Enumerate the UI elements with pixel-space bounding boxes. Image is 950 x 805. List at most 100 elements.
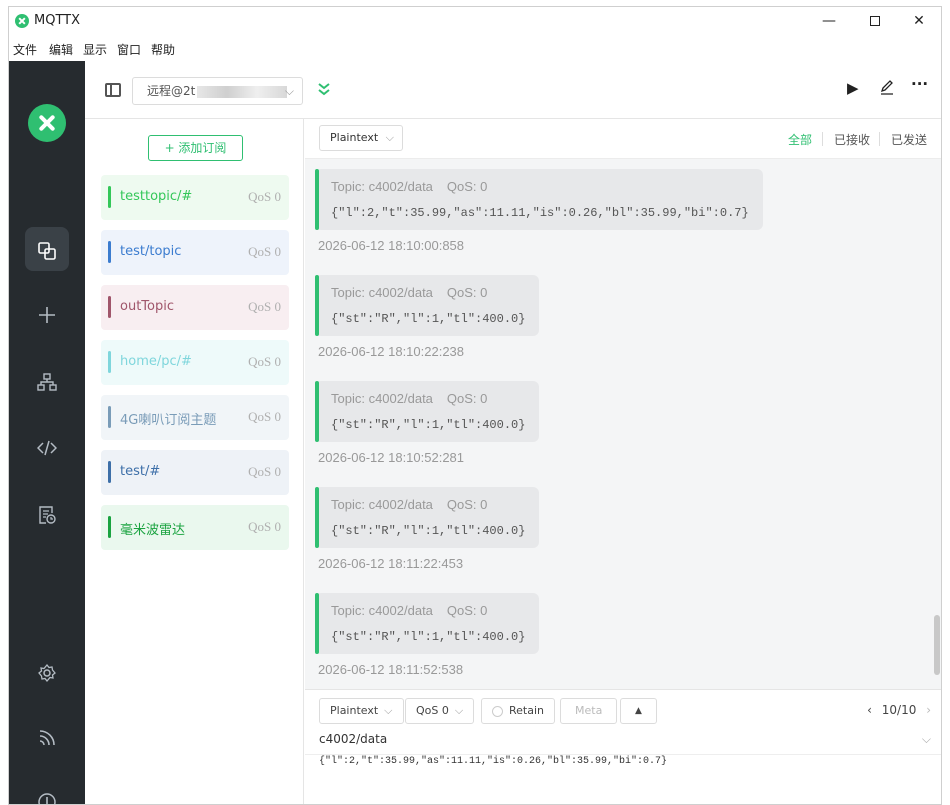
publish-qos-value: QoS 0 [416, 704, 449, 717]
subscription-item[interactable]: home/pc/# QoS 0 [101, 340, 289, 385]
subscription-topic: 4G喇叭订阅主题 [120, 413, 217, 428]
retain-label: Retain [509, 704, 544, 717]
publish-format-value: Plaintext [330, 704, 379, 717]
message-bubble[interactable]: Topic: c4002/data QoS: 0 {"l":2,"t":35.99,… [315, 169, 763, 230]
subscription-item[interactable]: 毫米波雷达 QoS 0 [101, 505, 289, 550]
subscription-qos: QoS 0 [248, 519, 281, 534]
message-qos: QoS: 0 [446, 179, 488, 194]
script-icon[interactable] [25, 424, 69, 468]
add-icon[interactable] [25, 291, 69, 335]
maximize-button[interactable] [860, 11, 890, 31]
chevron-down-icon[interactable]: ⌵ [922, 732, 931, 747]
subscription-color-bar [108, 461, 111, 483]
subscription-color-bar [108, 406, 111, 428]
expand-publish-button[interactable]: ▲ [620, 698, 657, 724]
app-logo-icon [15, 14, 29, 28]
publish-topic-input[interactable]: c4002/data [319, 732, 387, 746]
message-header: Topic: c4002/data QoS: 0 [331, 179, 749, 194]
publish-format-select[interactable]: Plaintext ⌵ [319, 698, 404, 724]
tab-divider [879, 132, 880, 146]
message-bubble[interactable]: Topic: c4002/data QoS: 0 {"st":"R","l":1,"… [315, 275, 540, 336]
message-payload: {"st":"R","l":1,"tl":400.0} [331, 524, 526, 538]
next-page-icon[interactable]: › [926, 703, 931, 717]
subscription-topic: home/pc/# [120, 354, 192, 369]
message-timestamp: 2026-06-12 18:10:52:281 [318, 450, 465, 465]
menu-help[interactable]: 帮助 [151, 41, 175, 58]
close-button[interactable]: ✕ [904, 11, 934, 31]
add-subscription-button[interactable]: + 添加订阅 [148, 135, 243, 161]
collapse-double-chevron-icon[interactable] [317, 81, 331, 100]
message-item: Topic: c4002/data QoS: 0 {"l":2,"t":35.99,… [315, 169, 763, 253]
message-topic: Topic: c4002/data [331, 179, 433, 194]
subscription-item[interactable]: testtopic/# QoS 0 [101, 175, 289, 220]
menu-edit[interactable]: 编辑 [49, 41, 73, 58]
edit-icon[interactable] [879, 79, 895, 99]
publish-qos-select[interactable]: QoS 0 ⌵ [405, 698, 475, 724]
play-icon[interactable]: ▶ [847, 79, 859, 97]
message-payload: {"st":"R","l":1,"tl":400.0} [331, 630, 526, 644]
menu-view[interactable]: 显示 [83, 41, 107, 58]
chevron-down-icon: ⌵ [454, 704, 464, 717]
title-bar: MQTTX — ✕ [9, 7, 941, 35]
subscription-color-bar [108, 296, 111, 318]
message-topic: Topic: c4002/data [331, 497, 433, 512]
about-icon[interactable] [25, 778, 69, 804]
meta-button[interactable]: Meta [560, 698, 618, 724]
tab-sent[interactable]: 已发送 [891, 131, 927, 148]
tab-all[interactable]: 全部 [788, 131, 812, 148]
message-header: Topic: c4002/data QoS: 0 [331, 285, 525, 300]
subscription-color-bar [108, 351, 111, 373]
tab-received[interactable]: 已接收 [834, 131, 870, 148]
connection-header: 远程@2t ⌵ ▶ ··· [85, 61, 941, 119]
feed-icon[interactable] [25, 714, 69, 758]
sidebar-toggle-icon[interactable] [105, 83, 121, 97]
app-title: MQTTX [34, 13, 81, 28]
scroll-thumb[interactable] [934, 615, 940, 675]
publish-payload-editor[interactable]: {"l":2,"t":35.99,"as":11.11,"is":0.26,"b… [319, 756, 667, 767]
message-topic: Topic: c4002/data [331, 285, 433, 300]
subscription-item[interactable]: test/# QoS 0 [101, 450, 289, 495]
subscription-color-bar [108, 516, 111, 538]
message-bubble[interactable]: Topic: c4002/data QoS: 0 {"st":"R","l":1,"… [315, 487, 540, 548]
subscription-qos: QoS 0 [248, 354, 281, 369]
menu-bar: 文件 编辑 显示 窗口 帮助 [9, 37, 941, 59]
minimize-button[interactable]: — [814, 11, 844, 31]
menu-file[interactable]: 文件 [13, 41, 37, 58]
message-bubble[interactable]: Topic: c4002/data QoS: 0 {"st":"R","l":1,"… [315, 381, 540, 442]
pagination: ‹ 10/10 › [867, 703, 931, 717]
topology-icon[interactable] [25, 358, 69, 402]
subscription-item[interactable]: 4G喇叭订阅主题 QoS 0 [101, 395, 289, 440]
subscription-topic: 毫米波雷达 [120, 523, 186, 538]
maximize-icon [870, 16, 880, 26]
connection-select[interactable]: 远程@2t ⌵ [132, 77, 303, 105]
log-icon[interactable] [25, 491, 69, 535]
subscription-color-bar [108, 241, 111, 263]
message-timestamp: 2026-06-12 18:10:22:238 [318, 344, 465, 359]
subscriptions-panel: + 添加订阅 testtopic/# QoS 0 test/topic QoS 0 ou… [85, 119, 304, 804]
settings-icon[interactable] [25, 649, 69, 693]
publish-area: Plaintext ⌵ QoS 0 ⌵ Retain Meta ▲ ‹ 10/10 … [305, 689, 941, 804]
message-item: Topic: c4002/data QoS: 0 {"st":"R","l":1,"… [315, 381, 540, 465]
payload-format-select[interactable]: Plaintext ⌵ [319, 125, 403, 151]
message-bubble[interactable]: Topic: c4002/data QoS: 0 {"st":"R","l":1,"… [315, 593, 540, 654]
message-topic: Topic: c4002/data [331, 391, 433, 406]
chevron-down-icon: ⌵ [384, 704, 393, 717]
message-qos: QoS: 0 [446, 603, 488, 618]
subscription-topic: test/# [120, 464, 161, 479]
subscription-color-bar [108, 186, 111, 208]
subscription-item[interactable]: outTopic QoS 0 [101, 285, 289, 330]
prev-page-icon[interactable]: ‹ [867, 703, 872, 717]
connections-icon[interactable] [25, 227, 69, 271]
redacted-host [197, 85, 288, 98]
divider [305, 754, 941, 755]
subscription-qos: QoS 0 [248, 244, 281, 259]
message-scrollbar[interactable] [933, 163, 941, 681]
menu-window[interactable]: 窗口 [117, 41, 141, 58]
payload-format-value: Plaintext [330, 131, 379, 144]
chevron-down-icon: ⌵ [284, 84, 294, 98]
message-payload: {"st":"R","l":1,"tl":400.0} [331, 418, 526, 432]
retain-toggle[interactable]: Retain [481, 698, 555, 724]
more-icon[interactable]: ··· [911, 75, 928, 93]
subscription-item[interactable]: test/topic QoS 0 [101, 230, 289, 275]
message-area: Plaintext ⌵ 全部 已接收 已发送 Topic: c4002/data… [305, 119, 941, 689]
